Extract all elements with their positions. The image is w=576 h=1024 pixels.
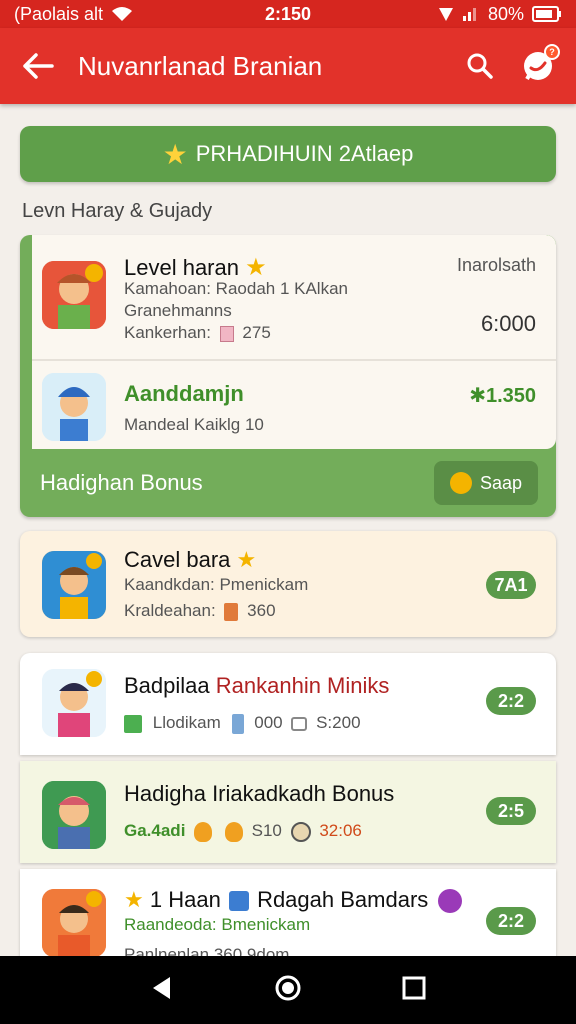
avatar (42, 261, 106, 329)
card-line2: Kraldeahan: 360 (124, 601, 276, 621)
card-title: Badpilaa Rankanhin Miniks (124, 673, 390, 698)
character-avatar-icon (42, 373, 106, 441)
battery-percent: 80% (487, 3, 524, 24)
featured-row[interactable]: Level haran ★ Kamahoan: Raodah 1 KAlkan … (32, 235, 556, 361)
list-item[interactable]: Hadigha Iriakadkadh Bonus Ga.4adi S10 32… (20, 761, 556, 863)
recents-square-icon (402, 976, 426, 999)
character-avatar-icon (42, 669, 106, 737)
section-label: Levn Haray & Gujady (22, 200, 213, 222)
nav-back-button[interactable] (150, 975, 174, 1006)
bonus-label: Hadighan Bonus (40, 470, 203, 495)
emblem-icon (438, 889, 463, 914)
nav-home-button[interactable] (274, 974, 302, 1007)
avatar (42, 781, 106, 849)
location-icon (438, 8, 453, 21)
star-icon: ★ (162, 138, 188, 170)
featured-line2: Granehmanns (124, 301, 232, 320)
fire-icon (194, 821, 213, 842)
promo-label: PRHADIHUIN 2Atlaep (195, 141, 414, 166)
home-circle-icon (275, 975, 301, 1000)
score-pill: 2:2 (486, 687, 536, 715)
avatar (42, 373, 106, 441)
featured-group: Level haran ★ Kamahoan: Raodah 1 KAlkan … (20, 235, 556, 517)
face-icon (290, 821, 311, 842)
featured-inner: Level haran ★ Kamahoan: Raodah 1 KAlkan … (32, 235, 556, 449)
featured-top-right: Inarolsath (456, 255, 536, 275)
featured-sub-row[interactable]: Aanddamjn Mandeal Kaiklg 10 ✱1.350 (32, 365, 556, 449)
character-avatar-icon (42, 889, 106, 957)
avatar (42, 551, 106, 619)
second-sub: Mandeal Kaiklg 10 (124, 415, 264, 434)
search-icon (467, 53, 493, 79)
character-avatar-icon (42, 551, 106, 619)
coins-icon (291, 716, 308, 731)
avatar (42, 889, 106, 957)
star-icon: ★ (124, 887, 144, 912)
card-title: Hadigha Iriakadkadh Bonus (124, 781, 395, 806)
nav-recents-button[interactable] (402, 976, 426, 1005)
chat-button[interactable]: ? (518, 44, 560, 86)
featured-value: 6:000 (480, 311, 536, 336)
gem-icon (224, 602, 239, 621)
card-title: ★ 1 Haan Rdagah Bamdars (124, 887, 463, 914)
character-avatar-icon (42, 261, 106, 329)
bonus-button-label: Saap (479, 472, 523, 493)
notification-badge-icon: ? (544, 44, 560, 60)
score-pill: 2:5 (486, 797, 536, 825)
system-nav-bar (0, 956, 576, 1024)
list-item[interactable]: ★ 1 Haan Rdagah Bamdars Raandeoda: Bmeni… (20, 869, 556, 969)
app-bar: Nuvanrlanad Branian ? (0, 28, 576, 104)
promo-banner[interactable]: ★ PRHADIHUIN 2Atlaep (20, 126, 556, 182)
featured-line1: Kamahoan: Raodah 1 KAlkan (124, 279, 348, 298)
bonus-footer: Hadighan Bonus Saap (20, 449, 556, 517)
status-carrier: (Paolais alt (14, 3, 104, 24)
back-button[interactable] (18, 46, 58, 86)
gem-icon (219, 325, 234, 342)
back-triangle-icon (153, 976, 170, 999)
list-item[interactable]: Badpilaa Rankanhin Miniks Llodikam 000 S… (20, 653, 556, 755)
fire-icon (224, 821, 243, 842)
status-bar: (Paolais alt 2:150 80% (0, 0, 576, 28)
card-meta: Llodikam 000 S:200 (124, 713, 361, 734)
character-avatar-icon (42, 781, 106, 849)
share-icon (228, 891, 249, 912)
featured-line3: Kankerhan: 275 (124, 323, 271, 342)
second-name: Aanddamjn (124, 381, 244, 406)
avatar (42, 669, 106, 737)
star-icon: ★ (245, 254, 267, 281)
star-icon: ★ (236, 547, 257, 572)
battery-icon (532, 6, 561, 22)
back-arrow-icon (23, 53, 54, 79)
score-pill: 7A1 (486, 571, 536, 599)
second-value: ✱1.350 (469, 385, 536, 407)
wifi-icon (112, 7, 133, 21)
card-line1: Raandeoda: Bmenickam (124, 915, 311, 934)
search-button[interactable] (460, 46, 500, 86)
signal-icon (462, 8, 476, 21)
bonus-button[interactable]: Saap (434, 461, 538, 505)
bottle-icon (231, 713, 244, 734)
score-pill: 2:2 (486, 907, 536, 935)
list-item[interactable]: Cavel bara ★ Kaandkdan: Pmenickam Kralde… (20, 531, 556, 637)
page-title: Nuvanrlanad Branian (78, 50, 323, 81)
leaf-icon (124, 714, 142, 733)
card-line1: Kaandkdan: Pmenickam (124, 575, 309, 594)
card-title: Cavel bara ★ (124, 547, 257, 572)
smiley-icon (449, 472, 472, 494)
featured-title: Level haran ★ (124, 254, 267, 281)
card-meta: Ga.4adi S10 32:06 (124, 821, 362, 842)
